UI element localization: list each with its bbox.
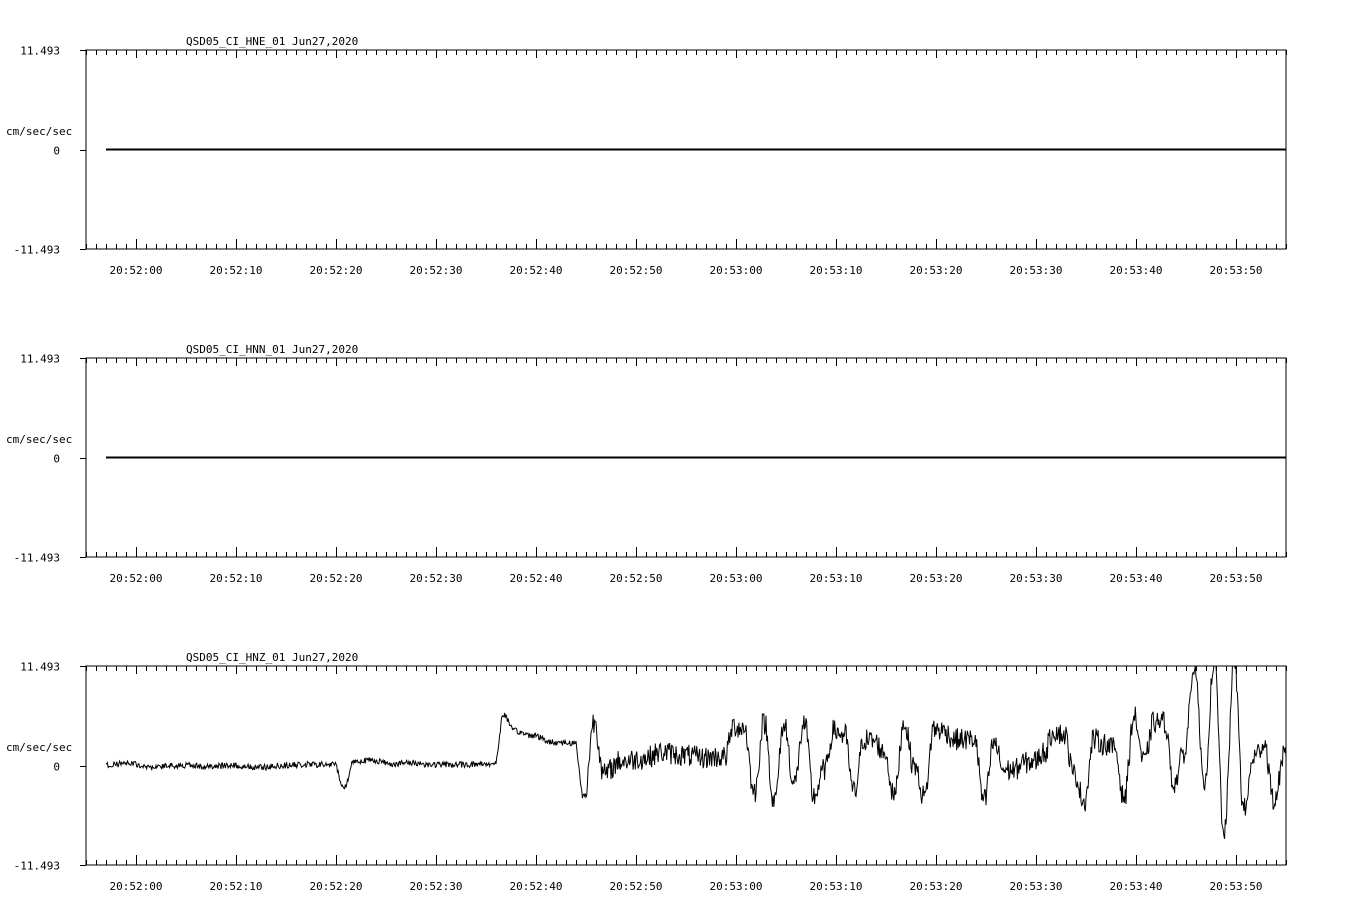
- x-tick-label: 20:53:40: [1110, 264, 1163, 277]
- y-tick-label: 0: [53, 453, 60, 466]
- x-tick-label: 20:53:30: [1010, 264, 1063, 277]
- y-tick-label: 11.493: [20, 353, 60, 366]
- x-tick-label: 20:53:20: [910, 264, 963, 277]
- chart-title: QSD05_CI_HNE_01 Jun27,2020: [186, 35, 358, 48]
- x-tick-label: 20:53:40: [1110, 880, 1163, 893]
- x-tick-label: 20:52:20: [310, 572, 363, 585]
- x-tick-label: 20:53:10: [810, 572, 863, 585]
- y-axis-label: cm/sec/sec: [6, 433, 72, 446]
- x-tick-label: 20:53:00: [710, 572, 763, 585]
- x-tick-label: 20:53:30: [1010, 572, 1063, 585]
- seismogram-figure: QSD05_CI_HNE_01 Jun27,2020 11.493 0 -11.493…: [6, 35, 1287, 893]
- x-tick-label: 20:52:10: [210, 572, 263, 585]
- x-tick-label: 20:52:10: [210, 264, 263, 277]
- y-tick-label: -11.493: [14, 244, 60, 257]
- chart-title: QSD05_CI_HNN_01 Jun27,2020: [186, 343, 358, 356]
- x-tick-label: 20:52:50: [610, 880, 663, 893]
- x-tick-label: 20:53:50: [1210, 880, 1263, 893]
- y-tick-label: -11.493: [14, 552, 60, 565]
- x-tick-label: 20:53:10: [810, 264, 863, 277]
- x-tick-label: 20:52:00: [110, 880, 163, 893]
- x-tick-label: 20:52:20: [310, 264, 363, 277]
- chart-panel-2: QSD05_CI_HNN_01 Jun27,2020 11.493 0 -11.493…: [6, 343, 1287, 585]
- x-tick-label: 20:53:50: [1210, 264, 1263, 277]
- y-axis-label: cm/sec/sec: [6, 741, 72, 754]
- y-tick-label: 0: [53, 145, 60, 158]
- y-tick-label: 11.493: [20, 661, 60, 674]
- x-tick-label: 20:53:00: [710, 264, 763, 277]
- x-tick-label: 20:52:40: [510, 880, 563, 893]
- x-tick-label: 20:52:50: [610, 572, 663, 585]
- x-tick-label: 20:53:50: [1210, 572, 1263, 585]
- x-tick-label: 20:52:00: [110, 264, 163, 277]
- x-tick-label: 20:53:10: [810, 880, 863, 893]
- y-tick-label: -11.493: [14, 860, 60, 873]
- y-tick-label: 11.493: [20, 45, 60, 58]
- x-tick-label: 20:52:30: [410, 880, 463, 893]
- waveform-trace: [105, 665, 1287, 840]
- x-tick-label: 20:52:50: [610, 264, 663, 277]
- x-tick-label: 20:52:30: [410, 572, 463, 585]
- x-tick-label: 20:52:40: [510, 572, 563, 585]
- x-tick-label: 20:53:00: [710, 880, 763, 893]
- x-tick-label: 20:52:20: [310, 880, 363, 893]
- x-tick-label: 20:52:10: [210, 880, 263, 893]
- x-tick-label: 20:52:40: [510, 264, 563, 277]
- x-tick-label: 20:53:20: [910, 572, 963, 585]
- x-tick-label: 20:52:00: [110, 572, 163, 585]
- chart-panel-1: QSD05_CI_HNE_01 Jun27,2020 11.493 0 -11.493…: [6, 35, 1287, 277]
- chart-panel-3: QSD05_CI_HNZ_01 Jun27,2020 11.493 0 -11.493…: [6, 651, 1287, 893]
- y-tick-label: 0: [53, 761, 60, 774]
- x-tick-label: 20:53:20: [910, 880, 963, 893]
- x-tick-label: 20:53:30: [1010, 880, 1063, 893]
- y-axis-label: cm/sec/sec: [6, 125, 72, 138]
- plot-frame: [85, 665, 1287, 866]
- chart-title: QSD05_CI_HNZ_01 Jun27,2020: [186, 651, 358, 664]
- x-tick-label: 20:53:40: [1110, 572, 1163, 585]
- x-tick-label: 20:52:30: [410, 264, 463, 277]
